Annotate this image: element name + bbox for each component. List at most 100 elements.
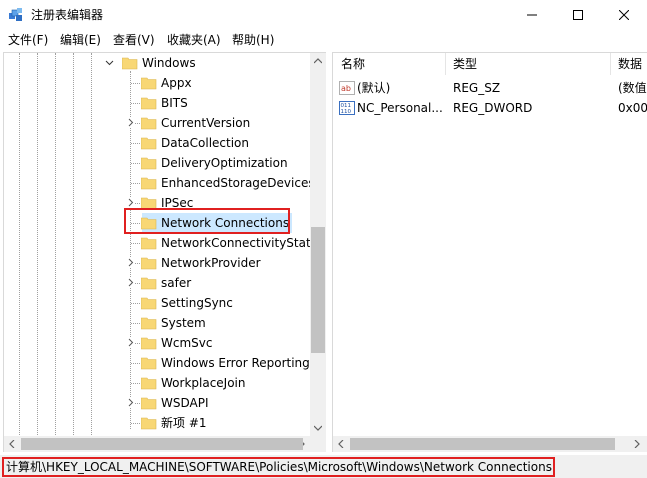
folder-icon <box>141 157 157 170</box>
tree-item-label: DataCollection <box>161 136 250 150</box>
tree-connector-line <box>131 303 140 304</box>
tree-vertical-scroll-thumb[interactable] <box>311 227 325 353</box>
window-title: 注册表编辑器 <box>31 8 104 22</box>
tree-item[interactable]: EnhancedStorageDevices <box>4 173 315 193</box>
folder-icon <box>141 337 157 350</box>
menu-file[interactable]: 文件(F) <box>8 32 48 48</box>
folder-icon <box>141 77 157 90</box>
tree-item[interactable]: NetworkProvider <box>4 253 312 273</box>
chevron-down-icon[interactable] <box>105 58 114 67</box>
menu-favorites[interactable]: 收藏夹(A) <box>167 32 221 48</box>
folder-icon <box>141 137 157 150</box>
tree-connector-line <box>131 83 140 84</box>
chevron-right-icon[interactable] <box>126 338 135 347</box>
tree-item[interactable]: CurrentVersion <box>4 113 312 133</box>
column-divider[interactable] <box>610 53 611 75</box>
regedit-app-icon <box>8 7 24 23</box>
tree-connector-line <box>131 143 140 144</box>
tree-item-label: SettingSync <box>161 296 233 310</box>
tree-item[interactable]: safer <box>4 273 312 293</box>
binary-value-icon: 011 110 <box>339 101 355 115</box>
column-divider[interactable] <box>445 53 446 75</box>
tree-item[interactable]: Appx <box>4 73 312 93</box>
close-button[interactable] <box>601 0 647 30</box>
chevron-left-icon[interactable] <box>338 440 344 448</box>
menu-help[interactable]: 帮助(H) <box>232 32 274 48</box>
column-header-name[interactable]: 名称 <box>341 53 365 75</box>
scrollbar-corner <box>310 436 326 452</box>
tree-connector-line <box>131 323 140 324</box>
tree-connector-line <box>131 423 140 424</box>
tree-item[interactable]: DeliveryOptimization <box>4 153 312 173</box>
tree-item[interactable]: DataCollection <box>4 133 312 153</box>
menu-view[interactable]: 查看(V) <box>113 32 155 48</box>
folder-icon <box>141 177 157 190</box>
tree-item-label: Windows <box>142 56 196 70</box>
registry-key-tree[interactable]: Windows Appx BITS CurrentVersion DataCollec… <box>3 52 326 452</box>
tree-item[interactable]: NetworkConnectivityStatu <box>4 233 318 253</box>
folder-icon <box>141 417 157 430</box>
tree-item-label: Windows Error Reporting <box>161 356 310 370</box>
tree-item[interactable]: 新项 #1 <box>4 413 312 433</box>
value-data: (数值 <box>618 81 647 95</box>
tree-connector-line <box>131 103 140 104</box>
tree-item[interactable]: WcmSvc <box>4 333 312 353</box>
svg-text:110: 110 <box>341 109 352 115</box>
tree-connector-line <box>131 383 140 384</box>
list-horizontal-scroll-thumb[interactable] <box>350 438 615 450</box>
tree-item-label: BITS <box>161 96 188 110</box>
maximize-icon <box>573 10 583 20</box>
column-header-type[interactable]: 类型 <box>453 53 477 75</box>
tree-item-label: 新项 #1 <box>161 416 207 430</box>
folder-icon <box>141 377 157 390</box>
tree-item-label: Appx <box>161 76 192 90</box>
value-row[interactable]: 011 110 NC_Personal... REG_DWORD 0x00 <box>333 98 647 118</box>
chevron-right-icon[interactable] <box>126 398 135 407</box>
tree-item-windows[interactable]: Windows <box>4 53 312 73</box>
scroll-down-button[interactable] <box>310 419 326 436</box>
tree-item-label: WSDAPI <box>161 396 209 410</box>
chevron-right-icon[interactable] <box>126 198 135 207</box>
chevron-right-icon[interactable] <box>126 258 135 267</box>
tree-connector-line <box>131 163 140 164</box>
tree-item[interactable]: WSDAPI <box>4 393 312 413</box>
chevron-right-icon[interactable] <box>126 278 135 287</box>
tree-horizontal-scroll-thumb[interactable] <box>21 438 303 450</box>
folder-icon <box>141 257 157 270</box>
tree-item-label: EnhancedStorageDevices <box>161 176 315 190</box>
minimize-icon <box>527 14 537 16</box>
menu-edit[interactable]: 编辑(E) <box>60 32 101 48</box>
value-type: REG_SZ <box>453 81 501 95</box>
registry-values-list[interactable]: 名称 类型 数据 ab (默认) REG_SZ (数值 011 110 NC_P… <box>332 52 647 452</box>
selected-key-highlight-box <box>124 208 290 234</box>
chevron-right-icon[interactable] <box>126 118 135 127</box>
scroll-up-button[interactable] <box>310 53 326 70</box>
tree-item[interactable]: SettingSync <box>4 293 312 313</box>
folder-icon <box>141 357 157 370</box>
value-row[interactable]: ab (默认) REG_SZ (数值 <box>333 78 647 98</box>
value-name: (默认) <box>357 81 391 95</box>
tree-item[interactable]: Windows Error Reporting <box>4 353 312 373</box>
string-value-icon: ab <box>339 81 355 95</box>
tree-item-label: WorkplaceJoin <box>161 376 246 390</box>
folder-icon <box>141 397 157 410</box>
column-header-data[interactable]: 数据 <box>618 53 642 75</box>
maximize-button[interactable] <box>555 0 601 30</box>
tree-item-label: NetworkConnectivityStatu <box>161 236 319 250</box>
tree-item[interactable]: System <box>4 313 312 333</box>
folder-open-icon <box>122 57 138 70</box>
chevron-up-icon <box>314 58 322 64</box>
path-highlight-box <box>2 457 555 477</box>
tree-item-label: CurrentVersion <box>161 116 251 130</box>
value-type: REG_DWORD <box>453 101 533 115</box>
close-icon <box>619 10 629 20</box>
chevron-right-icon[interactable] <box>634 440 640 448</box>
folder-icon <box>141 317 157 330</box>
chevron-left-icon[interactable] <box>9 440 15 448</box>
tree-connector-line <box>131 183 140 184</box>
folder-icon <box>141 117 157 130</box>
value-name: NC_Personal... <box>357 101 443 115</box>
tree-item[interactable]: BITS <box>4 93 312 113</box>
minimize-button[interactable] <box>509 0 555 30</box>
tree-item[interactable]: WorkplaceJoin <box>4 373 312 393</box>
